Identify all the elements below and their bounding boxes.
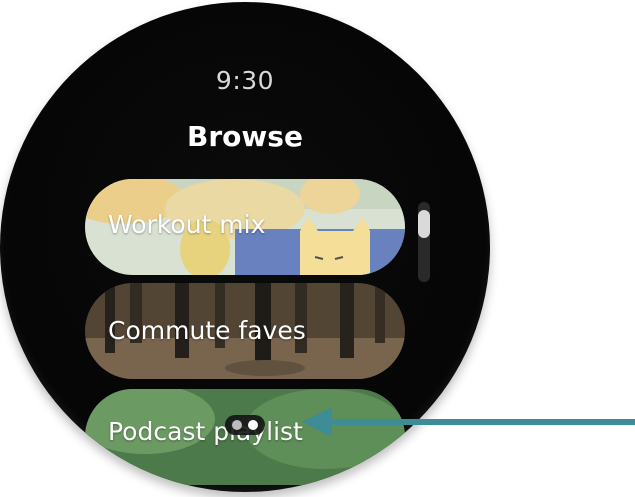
stage: 9:30 Browse Workout mix Commute faves Po… (0, 0, 635, 497)
playlist-label: Workout mix (108, 210, 266, 239)
status-time: 9:30 (215, 66, 275, 95)
scrollbar-thumb[interactable] (418, 210, 430, 238)
playlist-label: Commute faves (108, 316, 306, 345)
playlist-card-workout-mix[interactable]: Workout mix (85, 179, 405, 275)
page-indicator (225, 415, 265, 435)
page-title: Browse (187, 120, 303, 153)
page-dot-inactive (232, 420, 242, 430)
scrollbar[interactable] (418, 202, 430, 282)
page-dot-active (248, 420, 258, 430)
playlist-label: Podcast playlist (108, 417, 303, 446)
annotation-arrow-icon (302, 407, 635, 437)
playlist-card-commute-faves[interactable]: Commute faves (85, 283, 405, 379)
